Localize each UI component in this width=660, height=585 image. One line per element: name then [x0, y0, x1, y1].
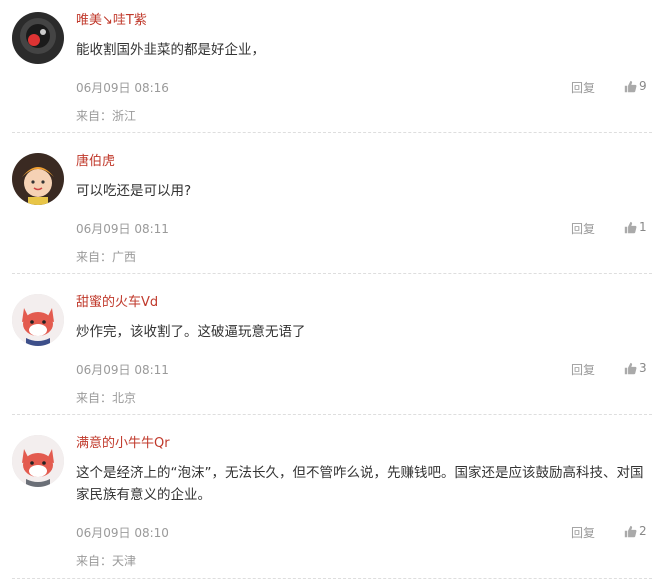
reply-button[interactable]: 回复: [571, 524, 595, 541]
thumbs-up-icon: [624, 221, 637, 233]
comment-divider: [12, 414, 652, 415]
dark-animal-avatar-icon[interactable]: [12, 12, 64, 64]
reply-button[interactable]: 回复: [571, 220, 595, 237]
comment-time: 06月09日 08:11: [76, 222, 169, 236]
comment-divider: [12, 578, 652, 579]
reply-button[interactable]: 回复: [571, 79, 595, 96]
like-button[interactable]: 3: [624, 361, 647, 375]
red-fox-avatar-icon[interactable]: [12, 435, 64, 487]
comment-username[interactable]: 唐伯虎: [76, 153, 115, 171]
thumbs-up-icon: [624, 525, 637, 537]
like-count: 9: [639, 79, 647, 93]
comment-time: 06月09日 08:10: [76, 526, 169, 540]
comment-username[interactable]: 满意的小牛牛Qr: [76, 435, 170, 453]
comment-text: 这个是经济上的“泡沫”，无法长久，但不管咋么说，先赚钱吧。国家还是应该鼓励高科技…: [76, 465, 644, 503]
like-count: 1: [639, 220, 647, 234]
comment-text: 炒作完，该收割了。这破逼玩意无语了: [76, 324, 306, 340]
comment-location: 来自：广西: [76, 250, 137, 264]
comment-divider: [12, 273, 652, 274]
comment-location: 来自：浙江: [76, 109, 137, 123]
cartoon-boy-avatar-icon[interactable]: [12, 153, 64, 205]
comment-location: 来自：天津: [76, 554, 137, 568]
thumbs-up-icon: [624, 80, 637, 92]
like-button[interactable]: 1: [624, 220, 647, 234]
comment-location: 来自：北京: [76, 391, 137, 405]
comment-time: 06月09日 08:16: [76, 81, 169, 95]
reply-button[interactable]: 回复: [571, 361, 595, 378]
comment-username[interactable]: 唯美↘哇T紫: [76, 12, 147, 30]
comment-item: 唐伯虎 可以吃还是可以用? 06月09日 08:11 回复 1 来自：广西: [0, 153, 660, 273]
comment-username[interactable]: 甜蜜的火车Vd: [76, 294, 158, 312]
comment-divider: [12, 132, 652, 133]
like-button[interactable]: 9: [624, 79, 647, 93]
comment-item: 满意的小牛牛Qr 这个是经济上的“泡沫”，无法长久，但不管咋么说，先赚钱吧。国家…: [0, 435, 660, 575]
comment-list: 唯美↘哇T紫 能收割国外韭菜的都是好企业， 06月09日 08:16 回复 9 …: [0, 0, 660, 585]
comment-text: 能收割国外韭菜的都是好企业，: [76, 42, 265, 58]
red-fox-avatar-icon[interactable]: [12, 294, 64, 346]
like-button[interactable]: 2: [624, 524, 647, 538]
comment-item: 甜蜜的火车Vd 炒作完，该收割了。这破逼玩意无语了 06月09日 08:11 回…: [0, 294, 660, 414]
thumbs-up-icon: [624, 362, 637, 374]
like-count: 3: [639, 361, 647, 375]
comment-text: 可以吃还是可以用?: [76, 183, 192, 199]
comment-item: 唯美↘哇T紫 能收割国外韭菜的都是好企业， 06月09日 08:16 回复 9 …: [0, 12, 660, 132]
like-count: 2: [639, 524, 647, 538]
comment-time: 06月09日 08:11: [76, 363, 169, 377]
